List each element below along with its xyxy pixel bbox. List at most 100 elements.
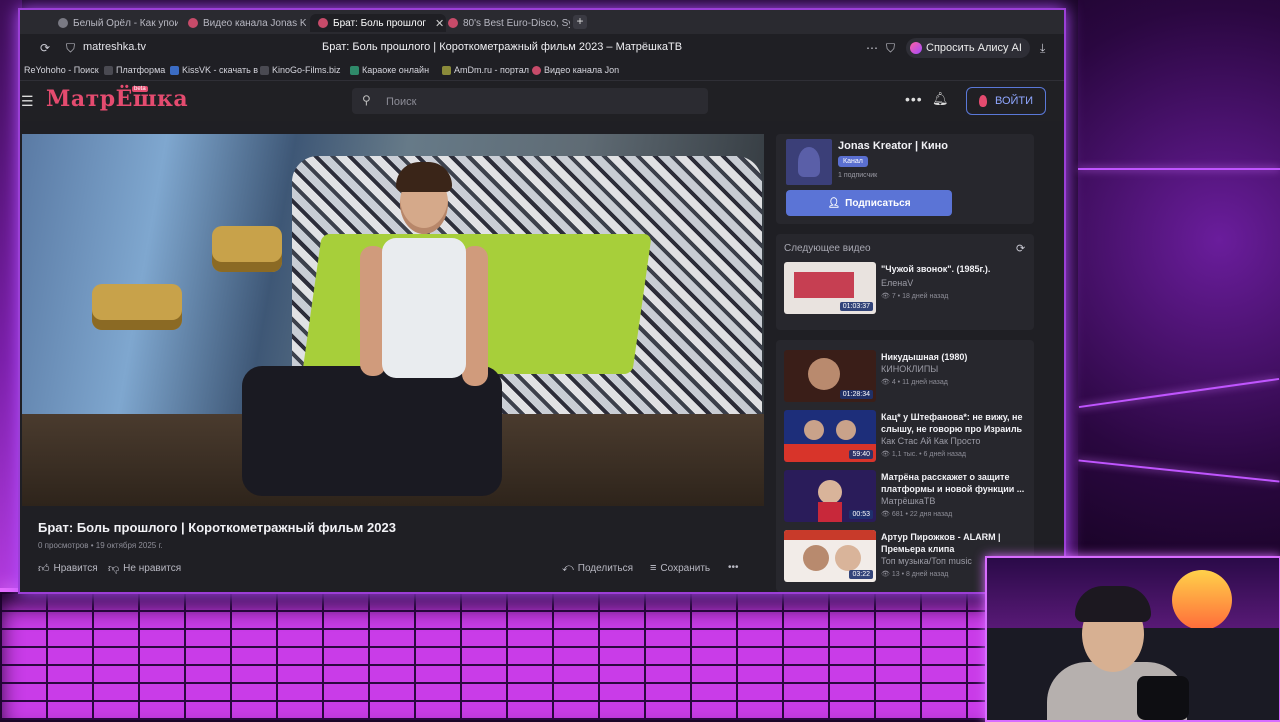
neon-line: [1078, 459, 1280, 483]
video-frame-detail: [382, 238, 466, 378]
video-item-title[interactable]: Кац* у Штефанова*: не вижу, не слышу, не…: [881, 411, 1031, 435]
eye-icon: 👁︎: [881, 379, 892, 386]
tab[interactable]: 80's Best Euro-Disco, Synth: [448, 14, 570, 32]
page-title: Брат: Боль прошлого | Короткометражный ф…: [322, 41, 683, 53]
matreshka-icon: [532, 65, 541, 75]
video-thumbnail[interactable]: 01:28:34: [784, 350, 876, 402]
new-tab-button[interactable]: +: [573, 15, 587, 29]
more-icon[interactable]: ⋯: [866, 41, 878, 55]
video-item-channel[interactable]: ЕленаV: [881, 278, 913, 288]
security-shield-icon[interactable]: ⛉: [66, 41, 75, 56]
video-item-title[interactable]: "Чужой звонок". (1985г.).: [881, 263, 1031, 275]
video-frame-detail: [92, 284, 182, 330]
video-item-stats: 👁︎ 4 • 11 дней назад: [881, 378, 948, 386]
video-duration: 01:28:34: [839, 390, 873, 399]
video-duration: 03:22: [849, 570, 873, 579]
bookmark-label: Караоке онлайн: [362, 65, 430, 75]
thumbs-down-icon: 👎︎: [108, 563, 120, 575]
bookmarks-bar: ReYohoho - Поиск Платформа KissVK - скач…: [20, 62, 1064, 81]
reload-icon[interactable]: ⟳: [40, 41, 50, 55]
webcam-person-hair: [1075, 586, 1151, 622]
video-thumbnail[interactable]: 00:53: [784, 470, 876, 522]
like-label: Нравится: [53, 563, 98, 574]
video-item-stats: 👁︎ 1,1 тыс. • 6 дней назад: [881, 450, 966, 458]
video-item-title[interactable]: Матрёна расскажет о защите платформы и н…: [881, 471, 1031, 495]
stats-text: 1,1 тыс. • 6 дней назад: [891, 451, 966, 458]
more-actions-icon[interactable]: •••: [728, 562, 739, 573]
video-item-channel[interactable]: Как Стас Ай Как Просто: [881, 436, 980, 446]
search-icon[interactable]: ⚲: [362, 93, 371, 107]
thumbs-up-icon: 👍︎: [38, 563, 50, 575]
tab-active[interactable]: Брат: Боль прошлог ✕: [310, 14, 446, 32]
download-icon[interactable]: ⤓: [1040, 41, 1045, 56]
list-item[interactable]: 01:28:34 Никудышная (1980) КИНОКЛИПЫ 👁︎ …: [784, 350, 1032, 402]
address-bar: ⟳ ⛉ matreshka.tv Брат: Боль прошлого | К…: [20, 34, 1064, 62]
bookmark-item[interactable]: Платформа: [104, 65, 165, 75]
bookmark-label: KinoGo-Films.biz: [272, 65, 341, 75]
video-item-channel[interactable]: КИНОКЛИПЫ: [881, 364, 938, 374]
bookmark-item[interactable]: Видео канала Jon: [532, 65, 619, 75]
tab[interactable]: Белый Орёл - Как упоитель: [58, 14, 178, 32]
tab-label: 80's Best Euro-Disco, Synth: [463, 17, 570, 29]
url-text[interactable]: matreshka.tv: [83, 41, 146, 53]
stats-text: 13 • 8 дней назад: [891, 571, 949, 578]
save-button[interactable]: ≡ Сохранить: [650, 562, 710, 574]
list-item[interactable]: 01:03:37 "Чужой звонок". (1985г.). Елена…: [784, 262, 1032, 314]
bookmark-item[interactable]: AmDm.ru - портал: [442, 65, 529, 75]
platform-icon: [104, 65, 113, 75]
bookmark-icon[interactable]: ⛉: [886, 41, 895, 56]
list-item[interactable]: 59:40 Кац* у Штефанова*: не вижу, не слы…: [784, 410, 1032, 462]
tab-label: Брат: Боль прошлог: [333, 17, 427, 29]
list-item[interactable]: 00:53 Матрёна расскажет о защите платфор…: [784, 470, 1032, 522]
site-logo[interactable]: МатрЁшка: [46, 86, 188, 112]
subscribe-label: Подписаться: [845, 197, 911, 209]
channel-name[interactable]: Jonas Kreator | Кино: [838, 140, 948, 152]
ask-alice-button[interactable]: Спросить Алису AI: [906, 38, 1030, 58]
eye-icon: 👁︎: [881, 511, 892, 518]
autoplay-refresh-icon[interactable]: ⟳: [1016, 242, 1025, 255]
amdm-icon: [442, 65, 451, 75]
video-frame-detail: [212, 226, 282, 272]
neon-line: [1078, 377, 1280, 409]
dislike-label: Не нравится: [123, 563, 182, 574]
video-item-title[interactable]: Артур Пирожков - ALARM | Премьера клипа: [881, 531, 1031, 555]
bookmark-item[interactable]: KinoGo-Films.biz: [260, 65, 341, 75]
video-item-channel[interactable]: МатрёшкаТВ: [881, 496, 935, 506]
tab-label: Видео канала Jonas Kreator: [203, 17, 306, 29]
stream-frame-right: [1078, 0, 1280, 600]
video-item-title[interactable]: Никудышная (1980): [881, 351, 1031, 363]
share-button[interactable]: ⤺ Поделиться: [562, 562, 633, 575]
subscriber-count: 1 подписчик: [838, 172, 878, 179]
dislike-button[interactable]: 👎︎ Не нравится: [108, 562, 181, 575]
video-thumbnail[interactable]: 01:03:37: [784, 262, 876, 314]
karaoke-icon: [350, 65, 359, 75]
video-thumbnail[interactable]: 59:40: [784, 410, 876, 462]
tab[interactable]: Видео канала Jonas Kreator: [188, 14, 306, 32]
video-item-stats: 👁︎ 13 • 8 дней назад: [881, 570, 948, 578]
video-item-channel[interactable]: Топ музыка/Топ music: [881, 556, 972, 566]
video-thumbnail[interactable]: 03:22: [784, 530, 876, 582]
microphone: [1137, 676, 1189, 720]
webcam-backdrop-sun: [1172, 570, 1232, 630]
share-icon: ⤺: [562, 562, 574, 574]
notifications-bell-icon[interactable]: 🔔︎: [932, 91, 949, 107]
login-button[interactable]: ВОЙТИ: [966, 87, 1046, 115]
more-options-icon[interactable]: •••: [905, 91, 923, 107]
video-player[interactable]: [22, 134, 764, 506]
view-count: 0 просмотров: [38, 541, 89, 550]
share-label: Поделиться: [577, 563, 633, 574]
subscribe-button[interactable]: 👤︎ Подписаться: [786, 190, 952, 216]
like-button[interactable]: 👍︎ Нравится: [38, 562, 98, 575]
beta-badge: beta: [132, 86, 148, 92]
tab-label: Белый Орёл - Как упоитель: [73, 17, 178, 29]
video-title: Брат: Боль прошлого | Короткометражный ф…: [38, 520, 396, 535]
eye-icon: 👁︎: [881, 451, 892, 458]
channel-avatar[interactable]: [786, 139, 832, 185]
video-item-stats: 👁︎ 681 • 22 дня назад: [881, 510, 952, 518]
bookmark-item[interactable]: Караоке онлайн: [350, 65, 429, 75]
bookmark-item[interactable]: ReYohoho - Поиск: [24, 65, 99, 75]
menu-icon[interactable]: ☰: [21, 93, 34, 110]
close-tab-icon[interactable]: ✕: [435, 17, 444, 30]
bookmark-item[interactable]: KissVK - скачать в: [170, 65, 258, 75]
search-input[interactable]: [384, 92, 688, 112]
